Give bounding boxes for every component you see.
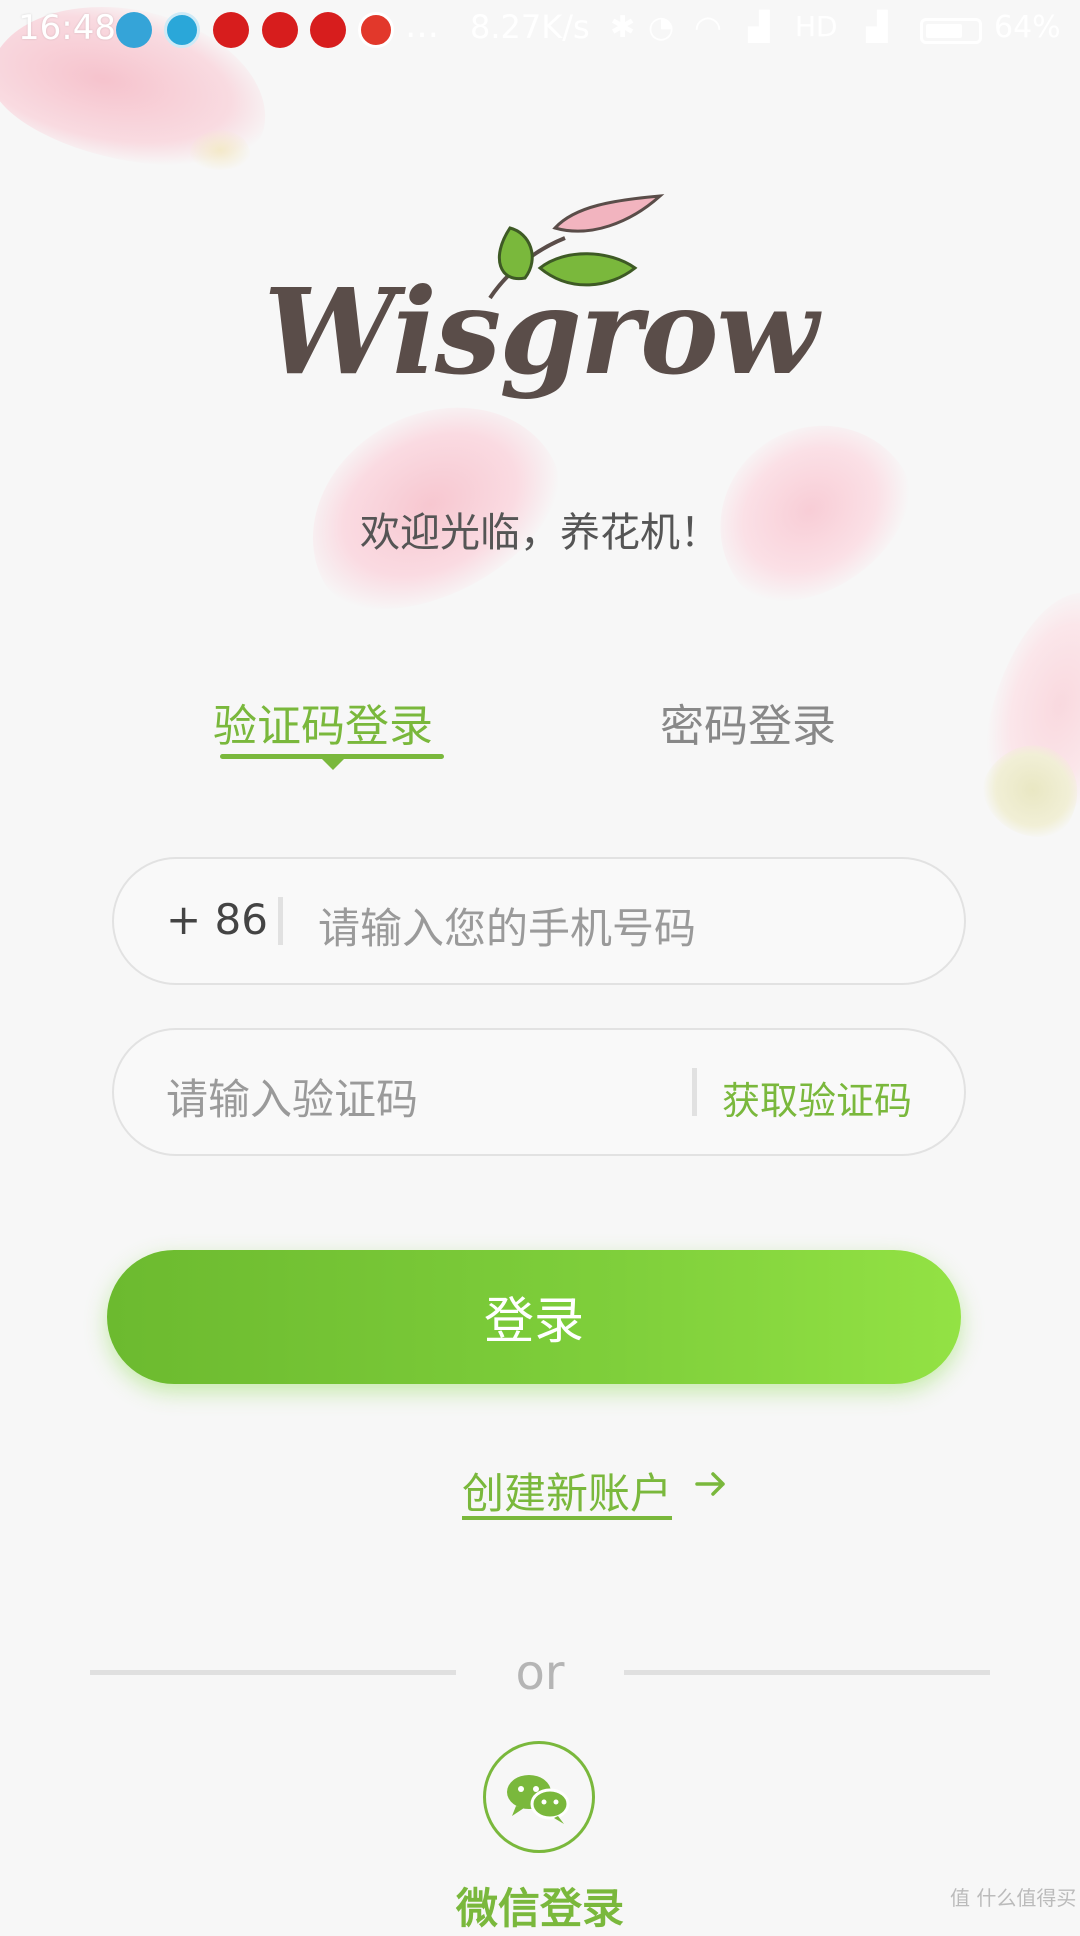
tab-password-login[interactable]: 密码登录 xyxy=(660,690,836,754)
divider-line xyxy=(624,1670,990,1675)
wechat-login-label[interactable]: 微信登录 xyxy=(0,1875,1080,1936)
app-icon xyxy=(358,12,394,48)
login-button-label: 登录 xyxy=(484,1293,584,1349)
petal-decoration xyxy=(190,130,250,170)
signal-icon: ▟ xyxy=(748,10,770,43)
netease-icon xyxy=(213,12,249,48)
alipay-icon xyxy=(116,12,152,48)
status-bar: 16:48 … 8.27K/s ✱ ◔ ◠ ▟ HD ▟ 64% xyxy=(0,0,1080,60)
arrow-right-icon[interactable] xyxy=(693,1466,729,1502)
alarm-icon: ◔ xyxy=(648,10,675,45)
field-divider xyxy=(692,1068,697,1116)
wifi-icon: ◠ xyxy=(694,8,722,46)
hd-icon: HD xyxy=(795,10,838,43)
netease-icon xyxy=(310,12,346,48)
more-icon: … xyxy=(405,6,439,46)
wechat-login-button[interactable] xyxy=(483,1741,595,1853)
battery-icon xyxy=(920,18,982,44)
bluetooth-icon: ✱ xyxy=(610,10,636,45)
country-code[interactable]: + 86 xyxy=(166,895,268,944)
status-time: 16:48 xyxy=(18,8,116,48)
battery-level: 64% xyxy=(994,10,1061,45)
create-account-link[interactable]: 创建新账户 xyxy=(462,1460,672,1521)
code-input[interactable]: 请输入验证码 xyxy=(166,1066,418,1127)
brand-logo: Wisgrow xyxy=(263,262,819,401)
phone-input[interactable]: 请输入您的手机号码 xyxy=(318,895,696,956)
tab-indicator-caret xyxy=(321,758,345,770)
watermark: 值 什么值得买 xyxy=(950,1886,1077,1910)
get-code-button[interactable]: 获取验证码 xyxy=(722,1070,912,1125)
field-divider xyxy=(278,897,283,945)
netease-icon xyxy=(262,12,298,48)
code-field[interactable]: 请输入验证码 获取验证码 xyxy=(112,1028,966,1156)
signal-icon: ▟ xyxy=(866,10,888,43)
wechat-icon xyxy=(507,1775,570,1824)
browser-icon xyxy=(164,12,200,48)
phone-field[interactable]: + 86 请输入您的手机号码 xyxy=(112,857,966,985)
welcome-text: 欢迎光临，养花机！ xyxy=(360,510,720,556)
login-button[interactable]: 登录 xyxy=(107,1250,961,1384)
tab-code-login[interactable]: 验证码登录 xyxy=(213,690,433,754)
network-speed: 8.27K/s xyxy=(470,8,590,46)
